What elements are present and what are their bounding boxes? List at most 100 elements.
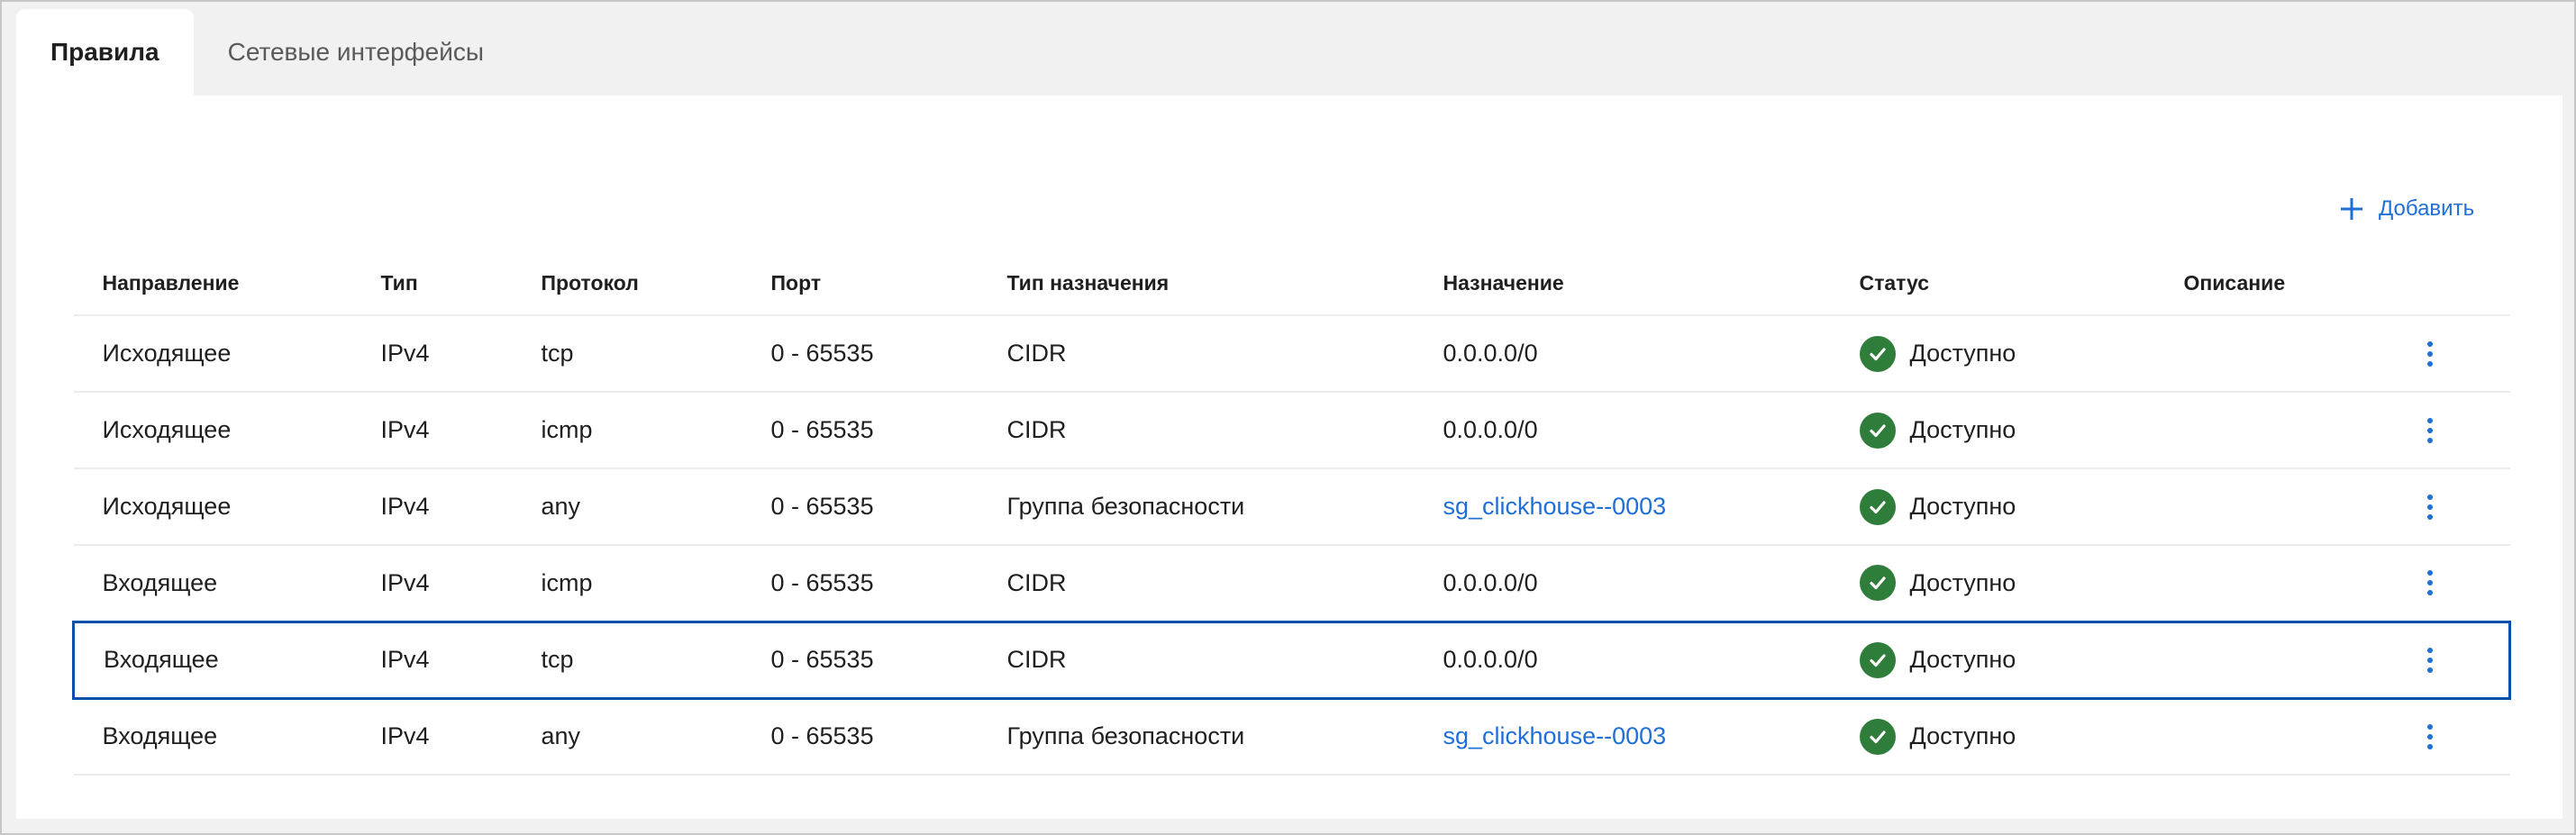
status-badge: Доступно [1859,412,2155,449]
tab-network-interfaces[interactable]: Сетевые интерфейсы [194,9,518,95]
status-label: Доступно [1909,568,2016,596]
cell-protocol: icmp [512,545,742,622]
status-label: Доступно [1909,340,2016,367]
cell-destination: 0.0.0.0/0 [1414,315,1831,393]
status-badge: Доступно [1859,335,2155,372]
cell-port: 0 - 65535 [742,392,979,469]
cell-destination-type: CIDR [978,315,1415,393]
table-row[interactable]: Входящее IPv4 icmp 0 - 65535 CIDR 0.0.0.0/0 До… [73,545,2510,622]
cell-direction: Исходящее [73,315,352,393]
table-row[interactable]: Входящее IPv4 tcp 0 - 65535 CIDR 0.0.0.0/0 Дос… [72,620,2511,700]
cell-direction: Исходящее [73,392,352,469]
more-vertical-icon[interactable] [2417,723,2444,749]
cell-type: IPv4 [351,545,513,622]
cell-actions [2371,392,2510,469]
check-mark [1869,423,1886,437]
table-row[interactable]: Исходящее IPv4 tcp 0 - 65535 CIDR 0.0.0.0/0 До… [73,315,2510,393]
check-circle-icon [1859,488,1896,525]
cell-direction: Входящее [73,698,352,776]
column-header-port[interactable]: Порт [742,252,979,316]
status-label: Доступно [1909,722,2016,750]
rules-table: Направление Тип Протокол Порт Тип назнач… [72,252,2511,776]
cell-protocol: any [512,468,742,546]
window-frame: Правила Сетевые интерфейсы Добавить Напр… [0,0,2576,835]
cell-status: Доступно [1830,698,2155,776]
table-row[interactable]: Исходящее IPv4 any 0 - 65535 Группа безопасн… [73,468,2510,546]
cell-description [2154,392,2371,469]
check-mark [1869,500,1886,513]
column-header-type[interactable]: Тип [351,252,513,316]
check-mark [1869,347,1886,360]
cell-description [2154,620,2371,700]
more-vertical-icon[interactable] [2417,570,2444,596]
cell-destination-type: Группа безопасности [978,698,1415,776]
cell-port: 0 - 65535 [742,620,979,700]
more-vertical-icon[interactable] [2417,494,2444,520]
cell-type: IPv4 [351,468,513,546]
check-circle-icon [1859,718,1896,755]
check-circle-icon [1859,565,1896,602]
column-header-actions [2371,252,2510,316]
check-circle-icon [1859,412,1896,449]
status-badge: Доступно [1859,488,2155,525]
status-badge: Доступно [1859,565,2155,602]
table-header-row: Направление Тип Протокол Порт Тип назнач… [73,252,2510,316]
cell-destination-type: Группа безопасности [978,468,1415,546]
cell-destination-type: CIDR [978,545,1415,622]
cell-destination: 0.0.0.0/0 [1414,545,1831,622]
status-label: Доступно [1909,646,2016,673]
cell-type: IPv4 [351,392,513,469]
cell-port: 0 - 65535 [742,545,979,622]
column-header-description[interactable]: Описание [2154,252,2371,316]
status-badge: Доступно [1859,641,2155,678]
cell-description [2154,545,2371,622]
table-row[interactable]: Входящее IPv4 any 0 - 65535 Группа безопасно… [73,698,2510,776]
cell-port: 0 - 65535 [742,468,979,546]
cell-description [2154,698,2371,776]
check-mark [1869,576,1886,590]
cell-destination: sg_clickhouse--0003 [1414,468,1831,546]
column-header-destination[interactable]: Назначение [1414,252,1831,316]
cell-type: IPv4 [351,315,513,393]
more-vertical-icon[interactable] [2417,647,2444,673]
cell-description [2154,468,2371,546]
security-group-link[interactable]: sg_clickhouse--0003 [1443,493,1667,520]
cell-protocol: tcp [512,315,742,393]
column-header-protocol[interactable]: Протокол [512,252,742,316]
cell-actions [2371,698,2510,776]
status-badge: Доступно [1859,718,2155,755]
check-mark [1869,653,1886,667]
cell-actions [2371,620,2511,700]
cell-actions [2371,468,2510,546]
cell-description [2154,315,2371,393]
cell-actions [2371,545,2510,622]
cell-direction: Входящее [73,545,352,622]
column-header-destination-type[interactable]: Тип назначения [978,252,1415,316]
cell-type: IPv4 [351,698,513,776]
check-circle-icon [1859,335,1896,372]
cell-port: 0 - 65535 [742,698,979,776]
cell-direction: Исходящее [73,468,352,546]
cell-status: Доступно [1830,315,2155,393]
security-group-link[interactable]: sg_clickhouse--0003 [1443,722,1667,749]
cell-destination: 0.0.0.0/0 [1414,620,1831,700]
cell-protocol: icmp [512,392,742,469]
table-row[interactable]: Исходящее IPv4 icmp 0 - 65535 CIDR 0.0.0.0/0 Д… [73,392,2510,469]
cell-status: Доступно [1830,468,2155,546]
column-header-status[interactable]: Статус [1830,252,2155,316]
cell-actions [2371,315,2510,393]
cell-direction: Входящее [72,620,352,700]
tab-rules[interactable]: Правила [16,9,194,95]
cell-port: 0 - 65535 [742,315,979,393]
more-vertical-icon[interactable] [2417,340,2444,367]
cell-type: IPv4 [351,620,513,700]
add-rule-button[interactable]: Добавить [2339,191,2474,227]
cell-destination-type: CIDR [978,620,1415,700]
cell-protocol: tcp [512,620,742,700]
cell-destination-type: CIDR [978,392,1415,469]
check-circle-icon [1859,641,1896,678]
cell-destination: sg_clickhouse--0003 [1414,698,1831,776]
column-header-direction[interactable]: Направление [73,252,352,316]
more-vertical-icon[interactable] [2417,417,2444,443]
cell-status: Доступно [1830,545,2155,622]
